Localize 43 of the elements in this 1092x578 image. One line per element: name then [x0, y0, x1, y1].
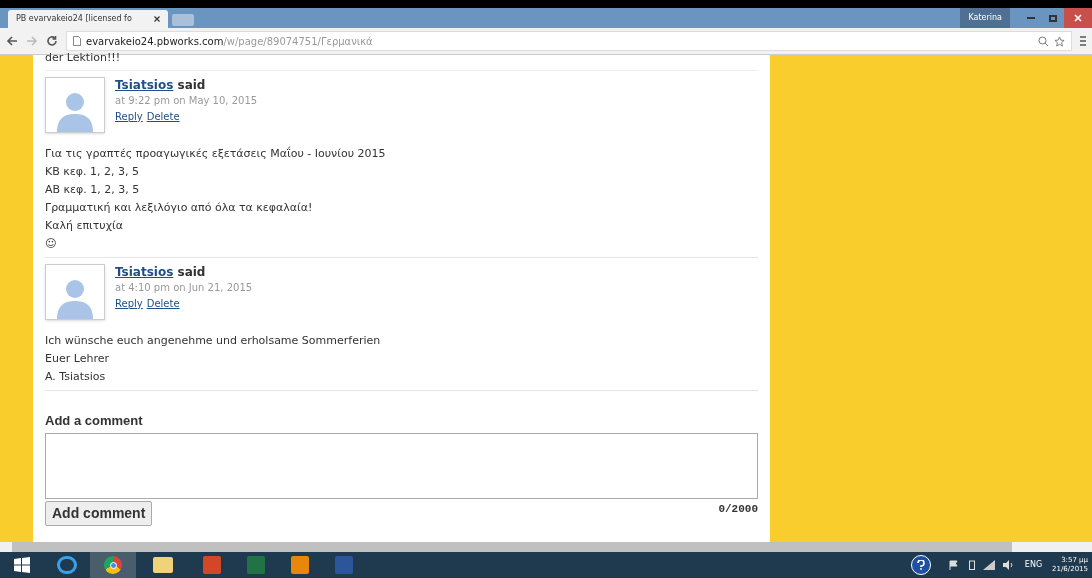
comment-action-link[interactable]: Reply — [115, 296, 143, 312]
comment-text: Euer Lehrer — [45, 351, 110, 367]
address-bar[interactable]: evarvakeio24.pbworks.com/w/page/89074751/Γερμανικά — [66, 31, 1072, 51]
comment-text: ΑΒ κεφ. 1, 2, 3, 5 — [45, 182, 141, 198]
menu-icon[interactable] — [1080, 35, 1086, 47]
comment-action-link[interactable]: Delete — [146, 109, 180, 125]
comment-input-field[interactable] — [45, 432, 758, 499]
comment-text: ΚΒ κεφ. 1, 2, 3, 5 — [45, 164, 140, 180]
comment-text: Για τις γραπτές προαγωγικές εξετάσεις Μαΐου - Ιουνίου 2015 — [45, 145, 387, 162]
comment-text: Καλή επιτυχία — [45, 218, 125, 234]
add-comment-heading: Add a comment — [45, 412, 144, 430]
close-window-icon[interactable] — [1064, 8, 1092, 28]
comment-text: Ich wünsche euch angenehme und erholsame Sommerferien — [45, 333, 382, 349]
flag-icon[interactable] — [948, 560, 959, 570]
battery-icon[interactable] — [968, 560, 975, 570]
comment-timestamp: at 4:10 pm on Jun 21, 2015 — [115, 281, 253, 295]
close-icon[interactable] — [154, 16, 160, 22]
character-counter: 0/2000 — [718, 501, 758, 517]
comment-timestamp: at 9:22 pm on May 10, 2015 — [115, 94, 258, 108]
comment-action-link[interactable]: Reply — [115, 109, 143, 125]
author-link[interactable]: Tsiatsios — [115, 265, 174, 279]
reload-icon[interactable] — [46, 35, 58, 47]
comment-action-link[interactable]: Delete — [146, 296, 180, 312]
browser-tab[interactable]: PB evarvakeio24 [licensed fo — [8, 10, 168, 28]
comment-text: A. Tsiatsios — [45, 369, 107, 385]
comment-author: Tsiatsios said — [115, 77, 207, 93]
comment-author: Tsiatsios said — [115, 264, 207, 280]
author-link[interactable]: Tsiatsios — [115, 78, 174, 92]
comment-text: ☺ — [45, 236, 58, 252]
page-icon — [73, 36, 81, 46]
signal-icon[interactable] — [982, 560, 995, 570]
help-icon[interactable] — [910, 555, 931, 575]
zoom-icon[interactable] — [1038, 35, 1049, 47]
comment-text: der Lektion!!! — [45, 52, 758, 71]
speaker-icon[interactable] — [1002, 560, 1015, 570]
back-arrow-icon[interactable] — [6, 35, 18, 47]
comment-text: Γραμματική και λεξιλόγιο από όλα τα κεφαλαία! — [45, 200, 314, 216]
profile-button[interactable]: Katerina — [960, 8, 1010, 28]
add-comment-button[interactable]: Add comment — [45, 500, 153, 526]
windows-logo-icon[interactable] — [14, 557, 30, 573]
language-indicator[interactable]: ENG — [1024, 559, 1043, 571]
star-icon[interactable] — [1054, 35, 1065, 47]
chrome-icon[interactable] — [104, 556, 122, 574]
